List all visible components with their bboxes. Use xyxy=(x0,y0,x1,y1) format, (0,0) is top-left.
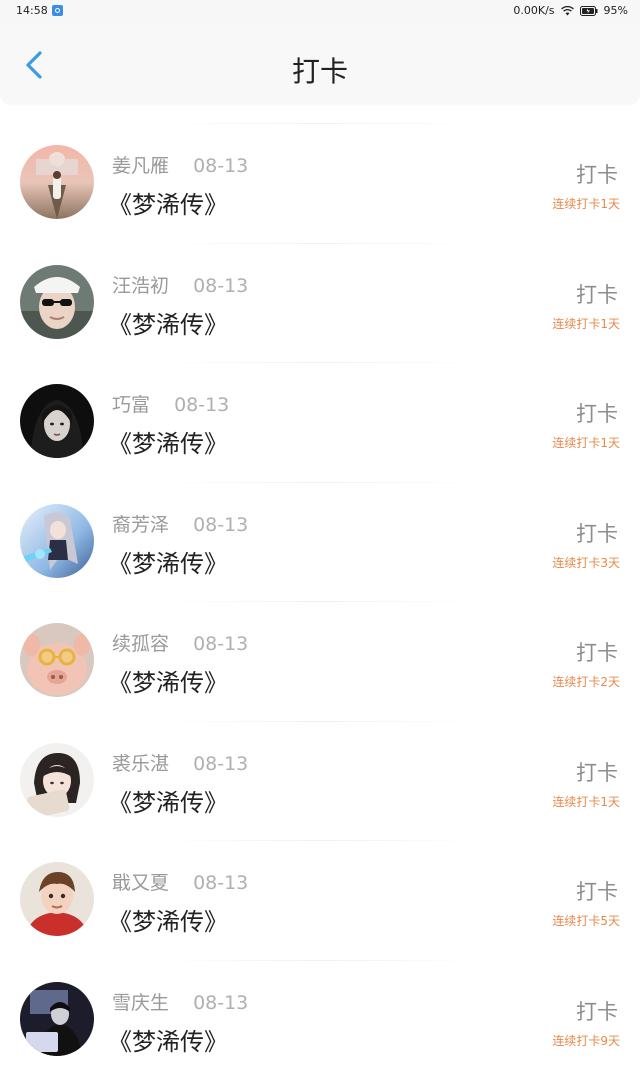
user-name[interactable]: 裔芳泽 xyxy=(112,514,169,536)
avatar[interactable] xyxy=(20,862,94,936)
app-notification-icon xyxy=(52,5,63,16)
book-title[interactable]: 《梦浠传》 xyxy=(108,1022,228,1057)
checkin-button[interactable]: 打卡 xyxy=(576,398,618,428)
list-item[interactable]: 雪庆生 08-13 《梦浠传》 打卡 连续打卡9天 xyxy=(0,959,640,1078)
checkin-date: 08-13 xyxy=(174,394,229,416)
user-name-line: 续孤容 08-13 xyxy=(112,629,248,656)
status-right: 0.00K/s 95% xyxy=(513,4,628,17)
book-title[interactable]: 《梦浠传》 xyxy=(108,544,228,579)
avatar[interactable] xyxy=(20,623,94,697)
user-name-line: 汪浩初 08-13 xyxy=(112,271,248,298)
user-name[interactable]: 姜凡雁 xyxy=(112,155,169,177)
streak-text: 连续打卡2天 xyxy=(552,673,620,690)
checkin-button[interactable]: 打卡 xyxy=(576,637,618,667)
checkin-list: 姜凡雁 08-13 《梦浠传》 打卡 连续打卡1天 汪浩初 08-13 《梦浠传… xyxy=(0,122,640,1078)
book-title[interactable]: 《梦浠传》 xyxy=(108,663,228,698)
checkin-date: 08-13 xyxy=(193,514,248,536)
user-name[interactable]: 戢又夏 xyxy=(112,872,169,894)
user-name-line: 姜凡雁 08-13 xyxy=(112,151,248,178)
status-left: 14:58 xyxy=(16,4,63,17)
streak-text: 连续打卡1天 xyxy=(552,793,620,810)
streak-text: 连续打卡5天 xyxy=(552,912,620,929)
user-name-line: 巧富 08-13 xyxy=(112,390,229,417)
streak-text: 连续打卡1天 xyxy=(552,434,620,451)
battery-icon xyxy=(580,6,598,16)
user-name[interactable]: 续孤容 xyxy=(112,633,169,655)
checkin-button[interactable]: 打卡 xyxy=(576,279,618,309)
avatar[interactable] xyxy=(20,265,94,339)
checkin-button[interactable]: 打卡 xyxy=(576,518,618,548)
list-item[interactable]: 戢又夏 08-13 《梦浠传》 打卡 连续打卡5天 xyxy=(0,839,640,959)
checkin-button[interactable]: 打卡 xyxy=(576,159,618,189)
status-time: 14:58 xyxy=(16,4,48,17)
avatar[interactable] xyxy=(20,504,94,578)
user-name[interactable]: 雪庆生 xyxy=(112,992,169,1014)
user-name-line: 裔芳泽 08-13 xyxy=(112,510,248,537)
avatar[interactable] xyxy=(20,145,94,219)
list-item[interactable]: 裔芳泽 08-13 《梦浠传》 打卡 连续打卡3天 xyxy=(0,481,640,601)
user-name[interactable]: 裘乐湛 xyxy=(112,753,169,775)
wifi-icon xyxy=(561,6,574,16)
streak-text: 连续打卡1天 xyxy=(552,315,620,332)
checkin-button[interactable]: 打卡 xyxy=(576,757,618,787)
book-title[interactable]: 《梦浠传》 xyxy=(108,305,228,340)
user-name-line: 戢又夏 08-13 xyxy=(112,868,248,895)
list-item[interactable]: 裘乐湛 08-13 《梦浠传》 打卡 连续打卡1天 xyxy=(0,720,640,840)
list-item[interactable]: 巧富 08-13 《梦浠传》 打卡 连续打卡1天 xyxy=(0,361,640,481)
list-item[interactable]: 汪浩初 08-13 《梦浠传》 打卡 连续打卡1天 xyxy=(0,242,640,362)
status-bar: 14:58 0.00K/s 95% xyxy=(0,0,640,22)
book-title[interactable]: 《梦浠传》 xyxy=(108,424,228,459)
user-name[interactable]: 巧富 xyxy=(112,394,150,416)
avatar[interactable] xyxy=(20,982,94,1056)
checkin-date: 08-13 xyxy=(193,633,248,655)
book-title[interactable]: 《梦浠传》 xyxy=(108,185,228,220)
checkin-button[interactable]: 打卡 xyxy=(576,876,618,906)
checkin-date: 08-13 xyxy=(193,155,248,177)
checkin-date: 08-13 xyxy=(193,872,248,894)
book-title[interactable]: 《梦浠传》 xyxy=(108,783,228,818)
avatar[interactable] xyxy=(20,384,94,458)
user-name[interactable]: 汪浩初 xyxy=(112,275,169,297)
list-item[interactable]: 续孤容 08-13 《梦浠传》 打卡 连续打卡2天 xyxy=(0,600,640,720)
checkin-date: 08-13 xyxy=(193,992,248,1014)
checkin-button[interactable]: 打卡 xyxy=(576,996,618,1026)
streak-text: 连续打卡1天 xyxy=(552,195,620,212)
network-speed: 0.00K/s xyxy=(513,4,554,17)
page-title: 打卡 xyxy=(0,50,640,90)
avatar[interactable] xyxy=(20,743,94,817)
app-header: 打卡 xyxy=(0,22,640,104)
battery-percent: 95% xyxy=(604,4,628,17)
user-name-line: 雪庆生 08-13 xyxy=(112,988,248,1015)
list-item[interactable]: 姜凡雁 08-13 《梦浠传》 打卡 连续打卡1天 xyxy=(0,122,640,242)
book-title[interactable]: 《梦浠传》 xyxy=(108,902,228,937)
user-name-line: 裘乐湛 08-13 xyxy=(112,749,248,776)
streak-text: 连续打卡3天 xyxy=(552,554,620,571)
checkin-date: 08-13 xyxy=(193,275,248,297)
checkin-date: 08-13 xyxy=(193,753,248,775)
streak-text: 连续打卡9天 xyxy=(552,1032,620,1049)
